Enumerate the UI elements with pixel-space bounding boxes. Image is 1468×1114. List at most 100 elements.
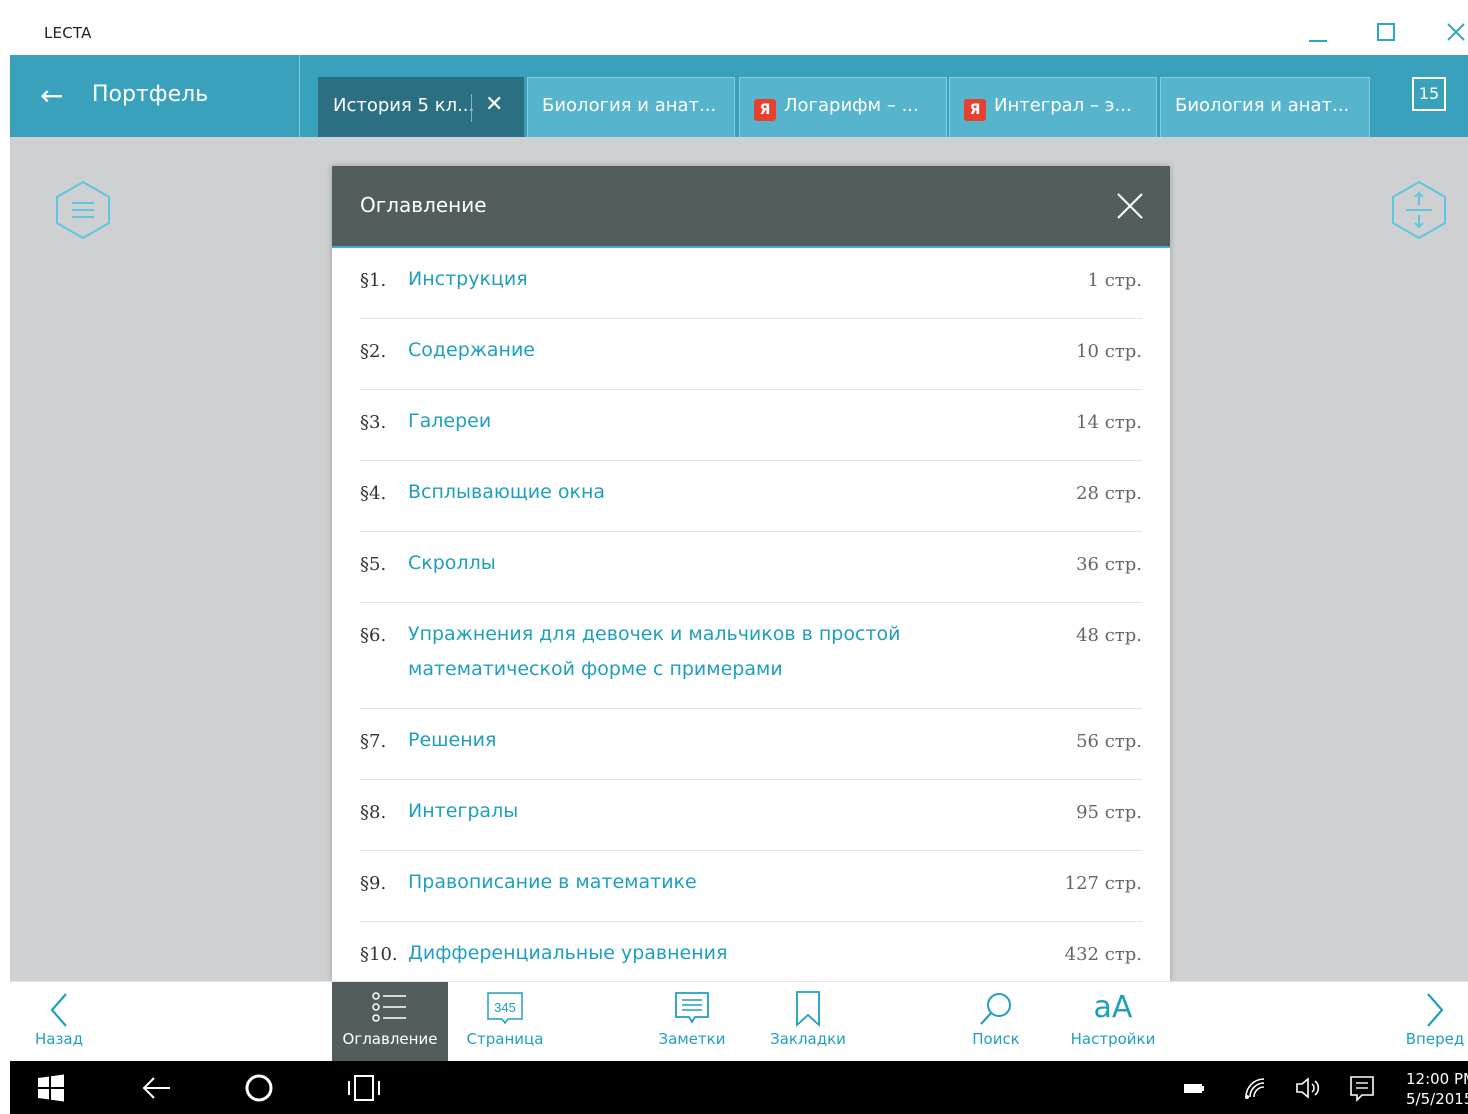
close-icon[interactable]: [1112, 188, 1148, 224]
tab-label: История 5 кл...: [333, 95, 475, 116]
settings-button[interactable]: aA Настройки: [1066, 982, 1160, 1062]
toc-item-page: 95 стр.: [1076, 802, 1142, 823]
yandex-icon: Я: [754, 99, 776, 121]
page-label: Страница: [466, 1030, 544, 1048]
bookmarks-label: Закладки: [770, 1030, 846, 1048]
svg-text:345: 345: [494, 1000, 516, 1015]
toc-item[interactable]: §1. Инструкция 1 стр.: [360, 248, 1142, 319]
resize-icon[interactable]: [1388, 179, 1450, 241]
clock-time: 12:00 PM: [1406, 1070, 1468, 1088]
toc-item-title[interactable]: Всплывающие окна: [408, 475, 928, 510]
toc-item-page: 28 стр.: [1076, 483, 1142, 504]
toc-item[interactable]: §2. Содержание 10 стр.: [360, 319, 1142, 390]
font-settings-icon: aA: [1093, 990, 1133, 1025]
toc-item[interactable]: §9. Правописание в математике 127 стр.: [360, 851, 1142, 922]
contents-menu-icon[interactable]: [52, 179, 114, 241]
toc-item-page: 127 стр.: [1064, 873, 1142, 894]
tab-logarithm[interactable]: Я Логарифм – ...: [739, 77, 947, 137]
toc-item-title[interactable]: Скроллы: [408, 546, 928, 581]
search-button[interactable]: Поиск: [964, 982, 1028, 1062]
close-icon: [1447, 23, 1465, 41]
toc-item[interactable]: §5. Скроллы 36 стр.: [360, 532, 1142, 603]
back-arrow-icon[interactable]: [140, 1073, 172, 1103]
toc-header: Оглавление: [332, 166, 1170, 248]
toc-item-page: 36 стр.: [1076, 554, 1142, 575]
tab-biology-2[interactable]: Биология и анат...: [1160, 77, 1370, 137]
toc-item-title[interactable]: Упражнения для девочек и мальчиков в про…: [408, 617, 928, 687]
page-button[interactable]: 345 Страница: [462, 982, 548, 1062]
maximize-icon: [1377, 23, 1395, 41]
cortana-circle-icon[interactable]: [244, 1073, 274, 1103]
yandex-icon: Я: [964, 99, 986, 121]
battery-icon[interactable]: [1182, 1073, 1206, 1103]
forward-button[interactable]: Вперед: [1402, 982, 1468, 1062]
tab-history[interactable]: История 5 кл... ✕: [318, 77, 524, 137]
toc-item-page: 14 стр.: [1076, 412, 1142, 433]
toc-label: Оглавление: [342, 1030, 438, 1048]
back-label: Назад: [34, 1030, 83, 1048]
tab-label: Биология и анат...: [1175, 95, 1350, 116]
toc-item-title[interactable]: Инструкция: [408, 262, 928, 297]
tab-label: Биология и анат...: [542, 95, 717, 116]
chevron-left-icon: [50, 993, 67, 1027]
toc-item[interactable]: §10. Дифференциальные уравнения 432 стр.: [360, 922, 1142, 981]
toc-item-title[interactable]: Решения: [408, 723, 928, 758]
close-window-button[interactable]: [1436, 16, 1468, 48]
app-name: LECTA: [44, 24, 92, 42]
clock[interactable]: 12:00 PM 5/5/2015: [1406, 1069, 1468, 1109]
notes-icon: [675, 992, 709, 1024]
windows-taskbar: 12:00 PM 5/5/2015: [10, 1061, 1468, 1114]
toc-item-title[interactable]: Дифференциальные уравнения: [408, 936, 928, 971]
bookmark-icon: [796, 991, 820, 1028]
task-view-icon[interactable]: [346, 1073, 382, 1103]
toc-list: §1. Инструкция 1 стр. §2. Содержание 10 …: [360, 248, 1142, 981]
toc-item-title[interactable]: Интегралы: [408, 794, 928, 829]
tab-integral[interactable]: Я Интеграл – э...: [949, 77, 1157, 137]
tab-bar: ← Портфель История 5 кл... ✕ Биология и …: [10, 55, 1468, 137]
notes-button[interactable]: Заметки: [650, 982, 734, 1062]
maximize-button[interactable]: [1366, 16, 1406, 48]
bottom-toolbar: Назад Оглавление 345 Страница Заметки За…: [10, 981, 1468, 1062]
toc-button[interactable]: Оглавление: [332, 982, 448, 1062]
toc-item[interactable]: §7. Решения 56 стр.: [360, 709, 1142, 780]
toc-item-page: 10 стр.: [1076, 341, 1142, 362]
page-number-icon: 345: [487, 992, 523, 1025]
toc-item[interactable]: §6. Упражнения для девочек и мальчиков в…: [360, 603, 1142, 709]
forward-label: Вперед: [1405, 1030, 1465, 1048]
wifi-icon[interactable]: [1242, 1073, 1268, 1103]
toc-panel: Оглавление §1. Инструкция 1 стр. §2. Сод…: [332, 166, 1170, 981]
action-center-icon[interactable]: [1348, 1073, 1376, 1103]
portfolio-label: Портфель: [92, 82, 209, 107]
settings-label: Настройки: [1070, 1030, 1156, 1048]
volume-icon[interactable]: [1294, 1073, 1324, 1103]
minimize-button[interactable]: [1298, 16, 1338, 48]
tab-biology-1[interactable]: Биология и анат...: [527, 77, 735, 137]
toc-item[interactable]: §4. Всплывающие окна 28 стр.: [360, 461, 1142, 532]
minimize-icon: [1309, 40, 1327, 42]
chevron-right-icon: [1427, 993, 1444, 1027]
arrow-left-icon: ←: [40, 79, 64, 112]
tabs-count-button[interactable]: 15: [1412, 77, 1446, 111]
title-bar: LECTA: [10, 10, 1468, 55]
toc-item[interactable]: §8. Интегралы 95 стр.: [360, 780, 1142, 851]
toc-item-page: 432 стр.: [1064, 944, 1142, 965]
notes-label: Заметки: [658, 1030, 726, 1048]
toc-item-title[interactable]: Правописание в математике: [408, 865, 928, 900]
toc-item[interactable]: §3. Галереи 14 стр.: [360, 390, 1142, 461]
toc-item-page: 48 стр.: [1076, 625, 1142, 646]
toc-item-page: 56 стр.: [1076, 731, 1142, 752]
portfolio-back-button[interactable]: ← Портфель: [10, 55, 300, 137]
app-window: LECTA ← Портфель История 5 кл... ✕ Биоло…: [10, 10, 1468, 1114]
tab-close-button[interactable]: ✕: [485, 92, 503, 117]
toc-item-page: 1 стр.: [1087, 270, 1142, 291]
back-button[interactable]: Назад: [24, 982, 94, 1062]
bookmarks-button[interactable]: Закладки: [766, 982, 850, 1062]
clock-date: 5/5/2015: [1406, 1090, 1468, 1108]
toc-item-title[interactable]: Содержание: [408, 333, 928, 368]
list-icon: [372, 992, 406, 1022]
search-icon: [980, 993, 1011, 1025]
windows-start-icon[interactable]: [36, 1073, 66, 1103]
search-label: Поиск: [972, 1030, 1020, 1048]
toc-title: Оглавление: [360, 193, 487, 217]
toc-item-title[interactable]: Галереи: [408, 404, 928, 439]
